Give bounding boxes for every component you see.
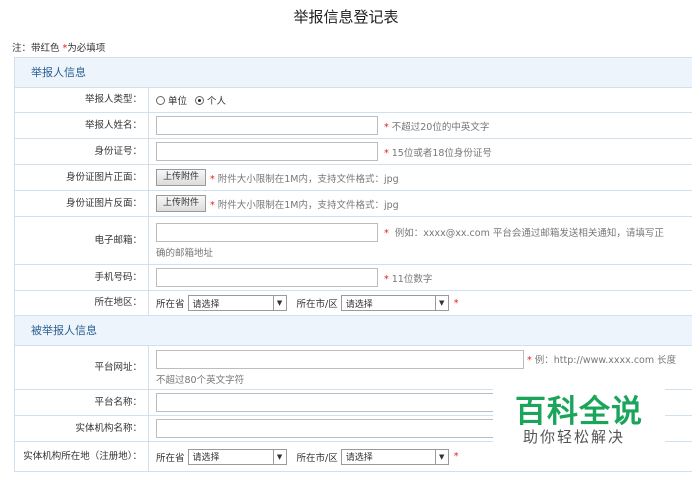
entity-name-label: 实体机构名称： bbox=[15, 416, 149, 441]
watermark-logo: 百科全说 助你轻松解决 bbox=[493, 370, 665, 462]
reporter-type-label: 举报人类型： bbox=[15, 88, 149, 112]
id-front-value: 上传附件 * 附件大小限制在1M内，支持文件格式：jpg bbox=[149, 165, 692, 190]
id-back-label: 身份证图片反面： bbox=[15, 191, 149, 216]
phone-hint: * 11位数字 bbox=[384, 273, 433, 285]
entity-province-select[interactable]: 请选择 ▼ bbox=[187, 448, 287, 465]
city-select[interactable]: 请选择 ▼ bbox=[340, 295, 449, 311]
upload-id-back-button[interactable]: 上传附件 bbox=[156, 195, 207, 212]
row-reporter-name: 举报人姓名： * 不超过20位的中英文字 bbox=[15, 113, 692, 139]
row-phone: 手机号码： * 11位数字 bbox=[15, 265, 692, 291]
entity-province-label: 所在省 bbox=[156, 452, 185, 464]
email-input[interactable] bbox=[156, 222, 378, 242]
reporter-name-hint: * 不超过20位的中英文字 bbox=[384, 121, 490, 133]
phone-value: * 11位数字 bbox=[149, 265, 692, 290]
required-note: 注：带红色 *为必填项 bbox=[12, 40, 105, 54]
radio-individual[interactable] bbox=[195, 95, 205, 105]
region-required-mark: * bbox=[453, 297, 459, 309]
radio-unit-label[interactable]: 单位 bbox=[168, 93, 187, 107]
chevron-down-icon: ▼ bbox=[434, 449, 448, 464]
email-value: * 例如：xxxx@xx.com 平台会通过邮箱发送相关通知，请填写正 确的邮箱… bbox=[149, 217, 692, 264]
id-front-hint: * 附件大小限制在1M内，支持文件格式：jpg bbox=[210, 173, 399, 185]
chevron-down-icon: ▼ bbox=[272, 296, 286, 310]
row-id-back: 身份证图片反面： 上传附件 * 附件大小限制在1M内，支持文件格式：jpg bbox=[15, 191, 692, 217]
row-email: 电子邮箱： * 例如：xxxx@xx.com 平台会通过邮箱发送相关通知，请填写… bbox=[15, 217, 692, 265]
email-hint-continued: 确的邮箱地址 bbox=[156, 247, 214, 259]
reporter-name-value: * 不超过20位的中英文字 bbox=[149, 113, 692, 138]
platform-name-label: 平台名称： bbox=[15, 390, 149, 415]
watermark-subtitle: 助你轻松解决 bbox=[523, 428, 626, 446]
row-id-number: 身份证号： * 15位或者18位身份证号 bbox=[15, 139, 692, 165]
section-reporter: 举报人信息 bbox=[15, 58, 692, 88]
row-id-front: 身份证图片正面： 上传附件 * 附件大小限制在1M内，支持文件格式：jpg bbox=[15, 165, 692, 191]
region-value: 所在省 请选择 ▼ 所在市/区 请选择 ▼ * bbox=[149, 291, 692, 315]
platform-url-label: 平台网址： bbox=[15, 346, 149, 389]
id-number-value: * 15位或者18位身份证号 bbox=[149, 139, 692, 164]
row-reporter-type: 举报人类型： 单位 个人 bbox=[15, 88, 692, 113]
upload-id-front-button[interactable]: 上传附件 bbox=[156, 169, 207, 186]
radio-individual-label[interactable]: 个人 bbox=[207, 93, 226, 107]
entity-city-label: 所在市/区 bbox=[296, 452, 338, 464]
entity-name-input[interactable] bbox=[156, 419, 524, 438]
page-title: 举报信息登记表 bbox=[293, 8, 399, 26]
id-number-hint: * 15位或者18位身份证号 bbox=[384, 147, 492, 159]
platform-url-input[interactable] bbox=[156, 349, 524, 369]
id-front-label: 身份证图片正面： bbox=[15, 165, 149, 190]
phone-input[interactable] bbox=[156, 268, 378, 287]
email-hint: * 例如：xxxx@xx.com 平台会通过邮箱发送相关通知，请填写正 bbox=[384, 228, 664, 239]
note-prefix: 注：带红色 bbox=[12, 43, 63, 54]
entity-location-required-mark: * bbox=[453, 451, 459, 462]
province-select[interactable]: 请选择 ▼ bbox=[187, 295, 287, 311]
id-number-input[interactable] bbox=[156, 142, 378, 161]
entity-city-select[interactable]: 请选择 ▼ bbox=[340, 448, 449, 465]
region-label: 所在地区： bbox=[15, 291, 149, 315]
row-region: 所在地区： 所在省 请选择 ▼ 所在市/区 请选择 ▼ * bbox=[15, 291, 692, 316]
reporter-name-label: 举报人姓名： bbox=[15, 113, 149, 138]
watermark-title: 百科全说 bbox=[515, 394, 643, 430]
province-label: 所在省 bbox=[156, 299, 185, 310]
platform-name-input[interactable] bbox=[156, 393, 524, 412]
reporter-name-input[interactable] bbox=[156, 116, 378, 135]
reporter-type-options: 单位 个人 bbox=[149, 88, 692, 112]
note-suffix: 为必填项 bbox=[67, 43, 106, 54]
radio-unit[interactable] bbox=[156, 95, 165, 105]
section-reported: 被举报人信息 bbox=[15, 316, 692, 346]
entity-location-label: 实体机构所在地（注册地）： bbox=[15, 442, 149, 471]
id-back-hint: * 附件大小限制在1M内，支持文件格式：jpg bbox=[210, 199, 399, 211]
chevron-down-icon: ▼ bbox=[272, 449, 286, 464]
id-back-value: 上传附件 * 附件大小限制在1M内，支持文件格式：jpg bbox=[149, 191, 692, 216]
city-label: 所在市/区 bbox=[296, 299, 338, 310]
chevron-down-icon: ▼ bbox=[434, 296, 448, 310]
email-label: 电子邮箱： bbox=[15, 217, 149, 264]
id-number-label: 身份证号： bbox=[15, 139, 149, 164]
platform-url-hint: * 例：http://www.xxxx.com 长度 bbox=[527, 355, 677, 366]
phone-label: 手机号码： bbox=[15, 265, 149, 290]
